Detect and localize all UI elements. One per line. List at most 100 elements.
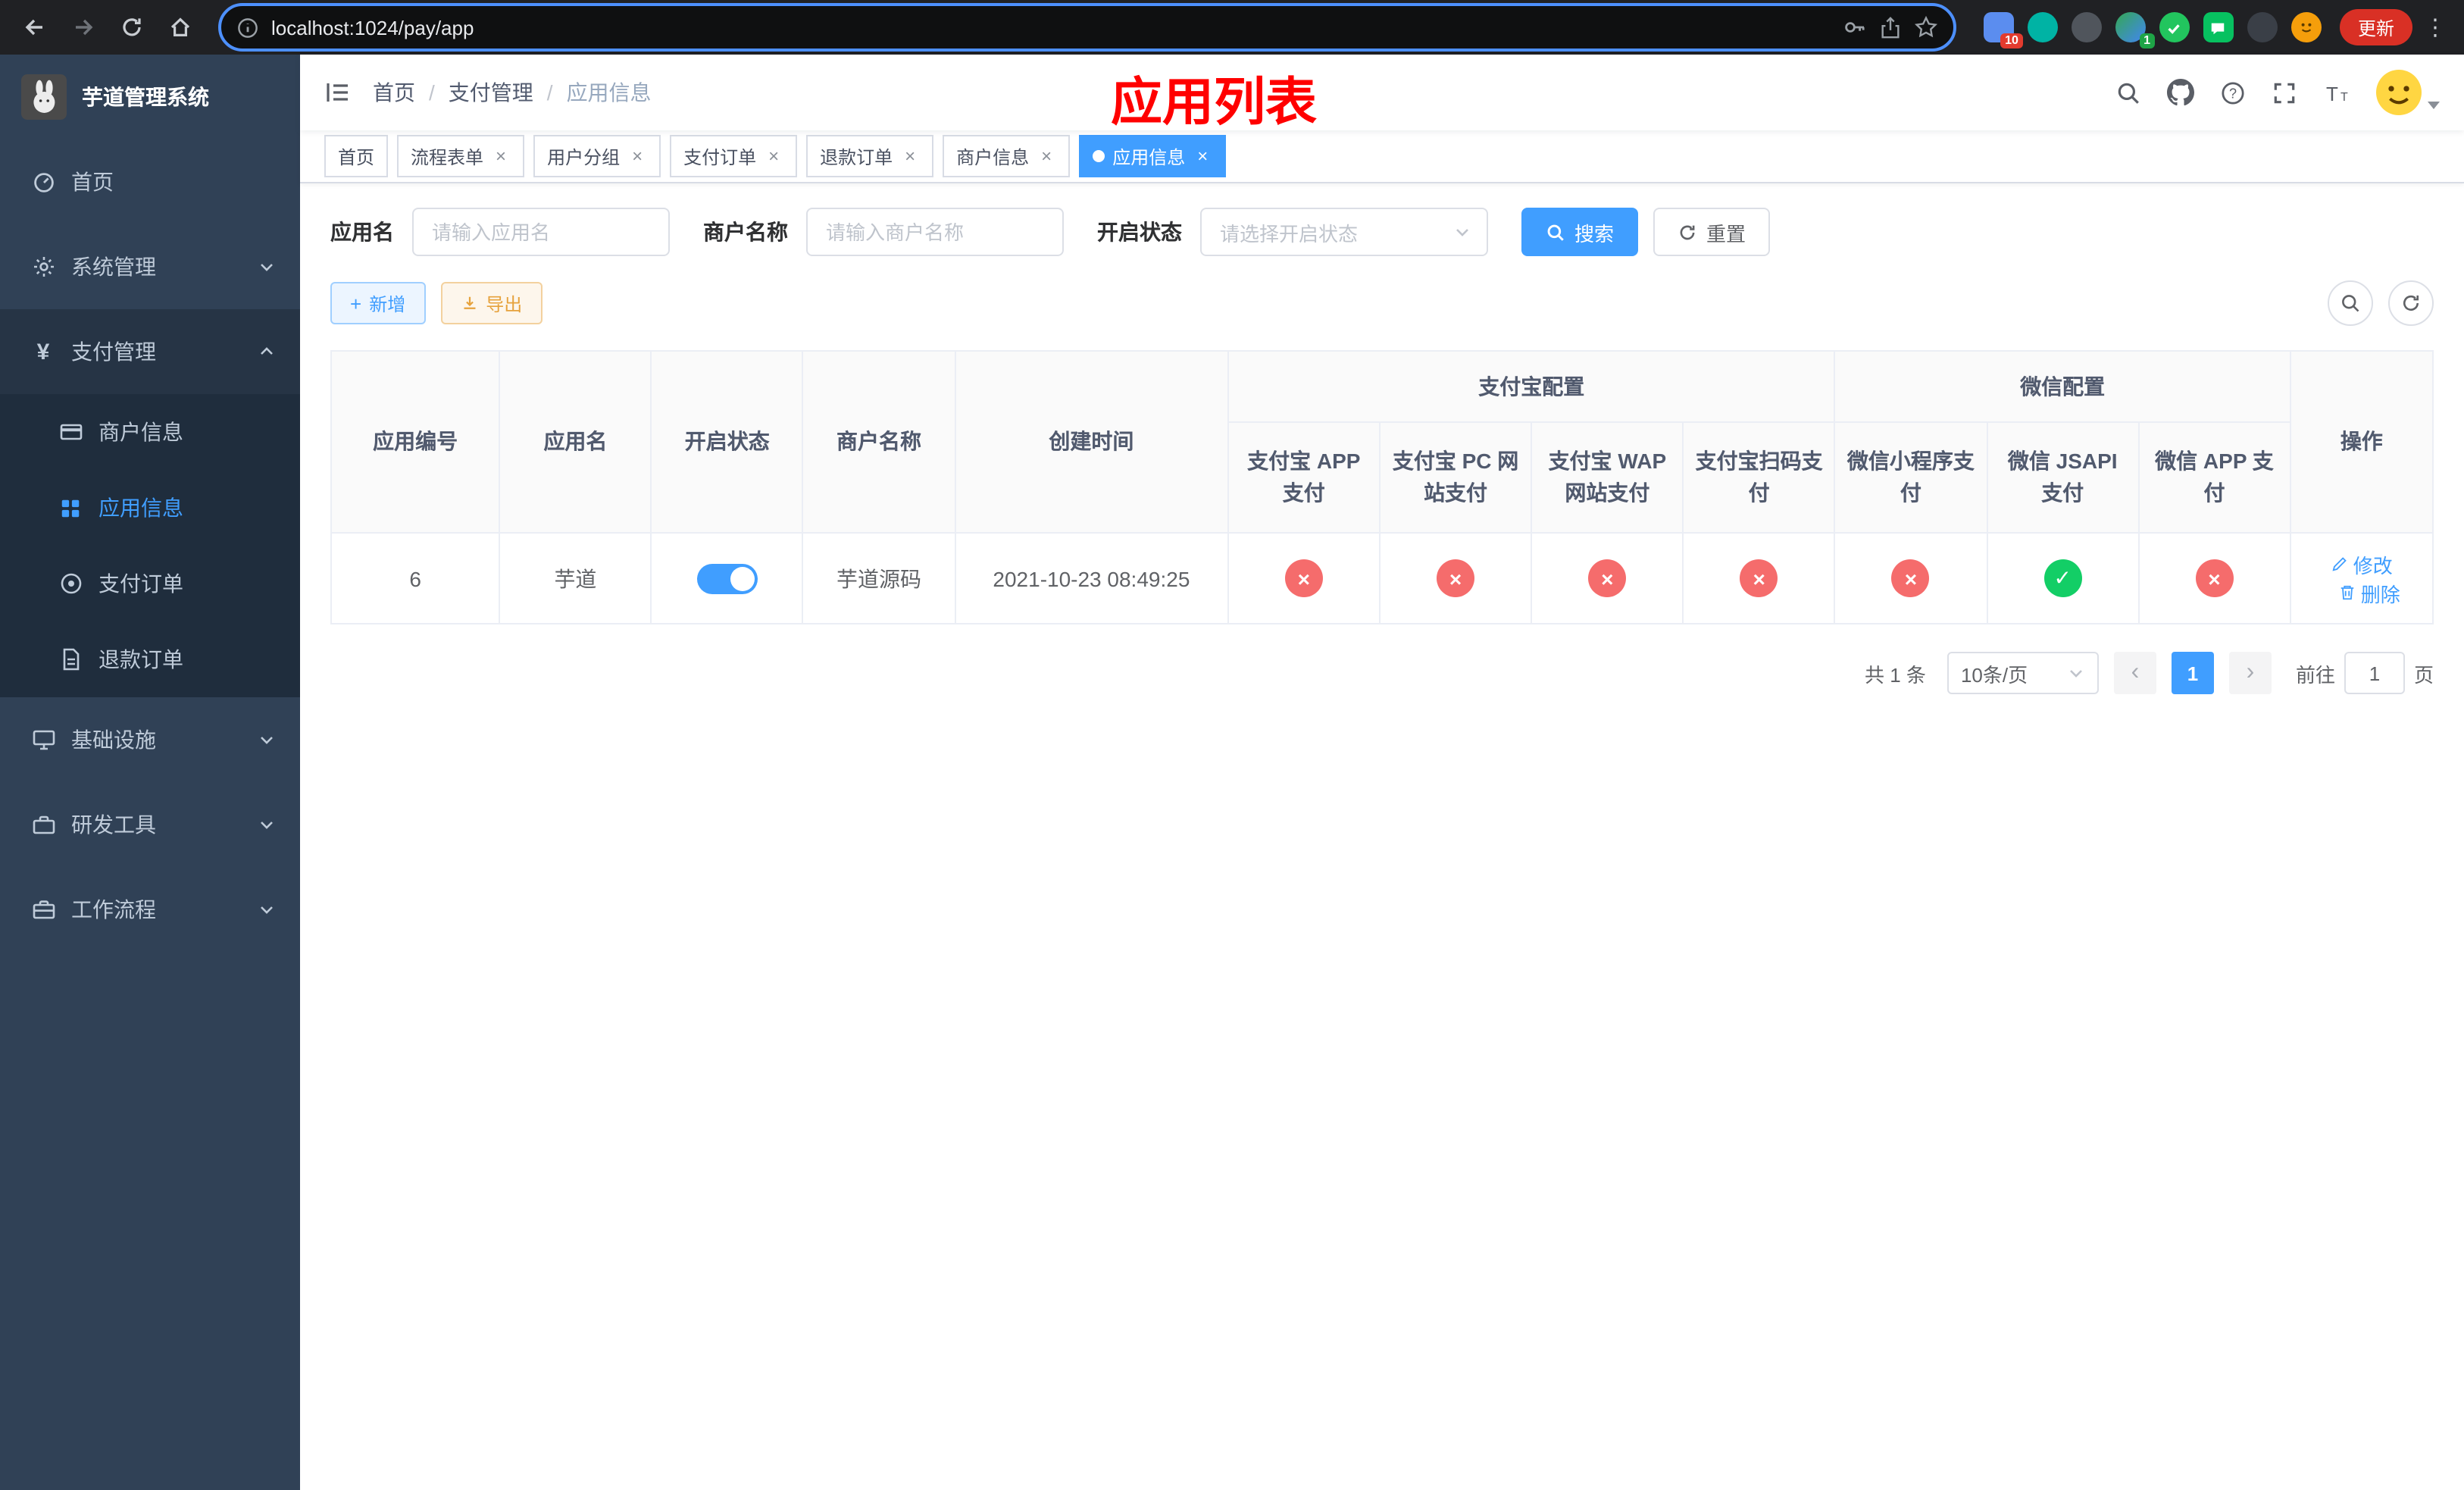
- sidebar-subitem-label: 应用信息: [98, 496, 183, 520]
- share-icon[interactable]: [1879, 16, 1902, 39]
- tab-user-group[interactable]: 用户分组 ×: [533, 135, 661, 177]
- merchant-name-input[interactable]: [806, 208, 1064, 256]
- extension-icon-6[interactable]: [2203, 12, 2234, 42]
- back-button[interactable]: [15, 8, 55, 47]
- add-button[interactable]: + 新增: [330, 282, 426, 324]
- tab-label: 商户信息: [956, 146, 1030, 167]
- key-icon[interactable]: [1843, 15, 1867, 39]
- sidebar-item-label: 研发工具: [71, 812, 156, 837]
- page-number-1[interactable]: 1: [2171, 652, 2214, 694]
- document-icon: [58, 647, 83, 671]
- tab-app-info[interactable]: 应用信息 ×: [1079, 135, 1227, 177]
- url-text[interactable]: localhost:1024/pay/app: [271, 16, 1831, 39]
- status-label: 开启状态: [1097, 220, 1182, 244]
- prev-page-button[interactable]: ‹: [2113, 652, 2156, 694]
- extension-icon-4[interactable]: 1: [2115, 12, 2155, 49]
- tab-refund-order[interactable]: 退款订单 ×: [806, 135, 934, 177]
- page-size-select[interactable]: 10条/页: [1946, 652, 2099, 694]
- sidebar-item-label: 首页: [71, 170, 114, 194]
- plus-icon: +: [350, 292, 362, 315]
- extension-icon-7[interactable]: [2247, 12, 2278, 42]
- extension-icon-8[interactable]: [2290, 12, 2322, 42]
- caret-down-icon: [2428, 102, 2440, 109]
- refresh-table-button[interactable]: [2388, 280, 2434, 326]
- status-toggle[interactable]: [696, 563, 758, 593]
- monitor-icon: [30, 728, 56, 752]
- col-group-alipay: 支付宝配置: [1227, 350, 1836, 423]
- sidebar-item-home[interactable]: 首页: [0, 139, 300, 224]
- github-icon[interactable]: [2167, 79, 2194, 106]
- sidebar-item-devtools[interactable]: 研发工具: [0, 782, 300, 867]
- status-icon-alipay-wap: ×: [1588, 559, 1627, 597]
- font-size-icon[interactable]: TT: [2323, 80, 2350, 105]
- extension-icon-2[interactable]: [2027, 12, 2058, 42]
- sidebar-subitem-refund-order[interactable]: 退款订单: [0, 621, 300, 697]
- search-icon[interactable]: [2115, 80, 2141, 105]
- tab-pay-order[interactable]: 支付订单 ×: [670, 135, 798, 177]
- help-icon[interactable]: ?: [2220, 80, 2246, 105]
- sidebar-item-system[interactable]: 系统管理: [0, 224, 300, 309]
- fullscreen-icon[interactable]: [2272, 80, 2297, 105]
- extension-icon-5[interactable]: [2159, 12, 2190, 42]
- reset-button[interactable]: 重置: [1653, 208, 1771, 256]
- forward-button[interactable]: [64, 8, 103, 47]
- sidebar-item-workflow[interactable]: 工作流程: [0, 867, 300, 952]
- browser-update-button[interactable]: 更新: [2339, 9, 2412, 45]
- sidebar-subitem-app-info[interactable]: 应用信息: [0, 470, 300, 546]
- goto-page-input[interactable]: [2344, 652, 2405, 694]
- tab-home[interactable]: 首页: [324, 135, 389, 177]
- close-icon[interactable]: ×: [764, 146, 783, 167]
- home-button[interactable]: [161, 8, 200, 47]
- toggle-search-button[interactable]: [2328, 280, 2373, 326]
- close-icon[interactable]: ×: [1193, 146, 1212, 167]
- delete-link[interactable]: 删除: [2338, 578, 2400, 607]
- extension-icon-3[interactable]: [2071, 12, 2102, 42]
- cell-app-name: 芋道: [499, 532, 652, 624]
- yen-icon: ¥: [36, 339, 50, 365]
- extension-icon-1[interactable]: 10: [1983, 12, 2023, 49]
- refresh-page-button[interactable]: [112, 8, 152, 47]
- bookmark-star-icon[interactable]: [1914, 15, 1938, 39]
- svg-text:T: T: [2326, 82, 2338, 105]
- export-button[interactable]: 导出: [440, 282, 543, 324]
- app-name-input[interactable]: [412, 208, 670, 256]
- sidebar-subitem-merchant-info[interactable]: 商户信息: [0, 394, 300, 470]
- status-icon-wx-jsapi: ✓: [2043, 559, 2082, 597]
- app-logo: 芋道管理系统: [0, 55, 300, 139]
- app-name-label: 应用名: [330, 220, 394, 244]
- url-input[interactable]: localhost:1024/pay/app: [218, 3, 1956, 52]
- col-wx-jsapi: 微信 JSAPI 支付: [1986, 421, 2140, 534]
- order-circle-icon: [58, 571, 83, 596]
- info-icon[interactable]: [236, 16, 259, 39]
- breadcrumb-payment[interactable]: 支付管理: [449, 77, 533, 108]
- close-icon[interactable]: ×: [900, 146, 920, 167]
- tags-view: 首页 流程表单 × 用户分组 × 支付订单 × 退款订单 × 商户信息 × 应用…: [300, 130, 2464, 183]
- close-icon[interactable]: ×: [1037, 146, 1056, 167]
- cell-actions: 修改 删除: [2289, 532, 2434, 624]
- tab-label: 退款订单: [820, 146, 893, 167]
- tab-merchant-info[interactable]: 商户信息 ×: [943, 135, 1071, 177]
- tab-process-form[interactable]: 流程表单 ×: [397, 135, 525, 177]
- status-icon-alipay-qr: ×: [1740, 559, 1778, 597]
- col-created: 创建时间: [954, 350, 1229, 534]
- cell-app-id: 6: [330, 532, 501, 624]
- chevron-up-icon: [258, 343, 276, 361]
- status-select[interactable]: 请选择开启状态: [1200, 208, 1488, 256]
- user-avatar[interactable]: [2376, 70, 2440, 115]
- breadcrumb-home[interactable]: 首页: [373, 77, 415, 108]
- app-table: 应用编号 应用名 开启状态 商户名称 创建时间 支付宝配置 微信配置 操作 支付…: [330, 350, 2434, 624]
- search-button[interactable]: 搜索: [1521, 208, 1639, 256]
- sidebar-collapse-icon[interactable]: [324, 79, 352, 106]
- sidebar-item-label: 基础设施: [71, 728, 156, 752]
- sidebar-subitem-pay-order[interactable]: 支付订单: [0, 546, 300, 621]
- toolbox-icon: [30, 812, 56, 837]
- extensions-strip: 10 1: [1983, 12, 2322, 49]
- close-icon[interactable]: ×: [491, 146, 511, 167]
- edit-link[interactable]: 修改: [2331, 549, 2393, 578]
- close-icon[interactable]: ×: [627, 146, 647, 167]
- sidebar-item-payment[interactable]: ¥ 支付管理: [0, 309, 300, 394]
- next-page-button[interactable]: ›: [2228, 652, 2272, 694]
- browser-menu-icon[interactable]: ⋮: [2422, 14, 2449, 41]
- status-icon-wx-app: ×: [2195, 559, 2234, 597]
- sidebar-item-infrastructure[interactable]: 基础设施: [0, 697, 300, 782]
